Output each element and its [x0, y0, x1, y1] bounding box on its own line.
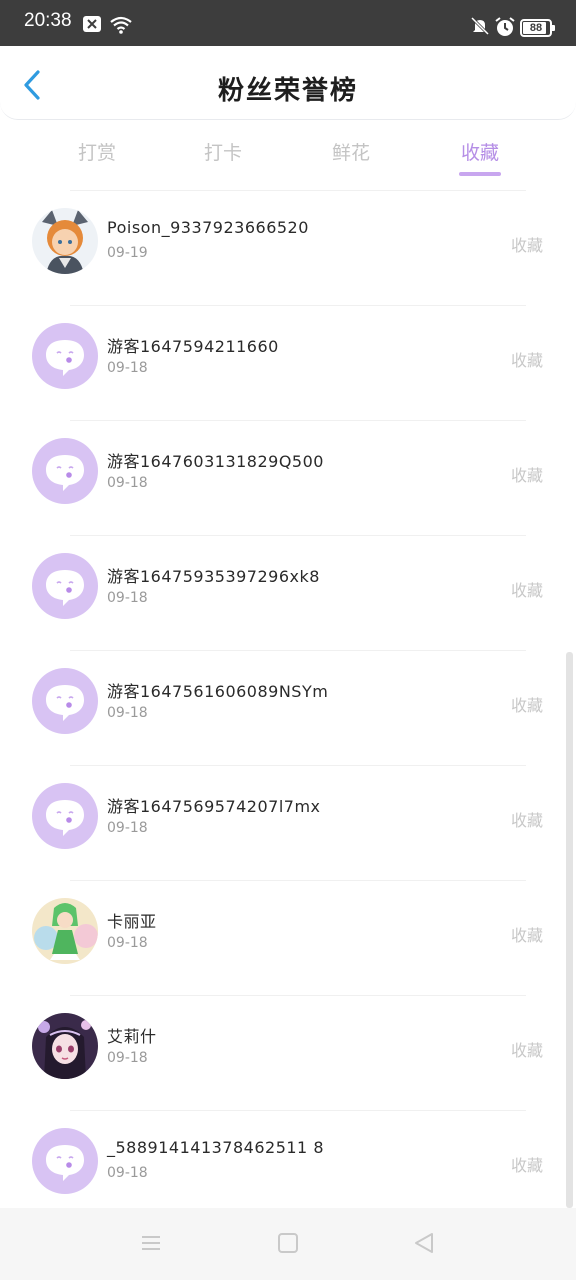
- system-nav-bar: [0, 1208, 576, 1280]
- divider: [70, 765, 526, 766]
- avatar: [32, 1013, 98, 1079]
- header: 粉丝荣誉榜: [0, 46, 576, 120]
- divider: [70, 880, 526, 881]
- avatar: [32, 783, 98, 849]
- list-item[interactable]: 游客1647561606089NSYm 09-18 收藏: [0, 650, 576, 765]
- avatar: [32, 208, 98, 274]
- triangle-back-icon: [415, 1233, 433, 1253]
- item-tag: 收藏: [510, 696, 543, 715]
- tab-checkin[interactable]: 打卡: [178, 138, 268, 165]
- tab-flowers[interactable]: 鲜花: [306, 138, 396, 165]
- status-time: 20:38: [24, 10, 72, 31]
- item-date: 09-18: [107, 1165, 148, 1181]
- anime-dark-hair-girl-avatar-icon: [32, 1013, 98, 1079]
- item-tag: 收藏: [510, 236, 543, 255]
- item-name: Poison_9337923666520: [107, 218, 309, 237]
- divider: [70, 1110, 526, 1111]
- avatar: [32, 1128, 98, 1194]
- active-tab-indicator: [459, 172, 501, 176]
- item-name: 游客1647594211660: [107, 337, 279, 356]
- chat-bubble-icon: [46, 455, 84, 491]
- item-name: 游客1647561606089NSYm: [107, 682, 329, 701]
- wifi-icon: [110, 16, 132, 38]
- list-item[interactable]: 游客1647603131829Q500 09-18 收藏: [0, 420, 576, 535]
- chat-bubble-icon: [46, 570, 84, 606]
- item-name: _588914141378462511 8: [107, 1138, 324, 1157]
- chat-bubble-icon: [46, 685, 84, 721]
- list-item[interactable]: 游客16475935397296xk8 09-18 收藏: [0, 535, 576, 650]
- divider: [70, 535, 526, 536]
- menu-icon: [142, 1236, 160, 1250]
- tab-tips[interactable]: 打赏: [52, 138, 142, 165]
- page-title: 粉丝荣誉榜: [217, 76, 358, 106]
- item-date: 09-18: [107, 360, 148, 376]
- item-tag: 收藏: [510, 581, 543, 600]
- item-date: 09-18: [107, 705, 148, 721]
- mute-icon: [470, 16, 490, 40]
- divider: [70, 420, 526, 421]
- notification-icon: [82, 15, 102, 37]
- item-name: 卡丽亚: [107, 912, 157, 931]
- list-item[interactable]: 艾莉什 09-18 收藏: [0, 995, 576, 1110]
- divider: [70, 190, 526, 191]
- avatar: [32, 323, 98, 389]
- menu-button[interactable]: [140, 1232, 162, 1258]
- chat-bubble-icon: [46, 800, 84, 836]
- item-tag: 收藏: [510, 926, 543, 945]
- tab-bar: 打赏 打卡 鲜花 收藏: [0, 128, 576, 184]
- list-item[interactable]: 卡丽亚 09-18 收藏: [0, 880, 576, 995]
- battery-cap: [552, 25, 555, 31]
- home-button[interactable]: [277, 1232, 299, 1258]
- item-date: 09-18: [107, 590, 148, 606]
- anime-green-girl-avatar-icon: [32, 898, 98, 964]
- item-date: 09-18: [107, 820, 148, 836]
- avatar: [32, 898, 98, 964]
- item-date: 09-18: [107, 1050, 148, 1066]
- status-bar: 20:38 88: [0, 0, 576, 46]
- item-name: 艾莉什: [107, 1027, 157, 1046]
- home-square-icon: [278, 1233, 298, 1253]
- chat-bubble-icon: [46, 1145, 84, 1181]
- item-tag: 收藏: [510, 811, 543, 830]
- item-date: 09-18: [107, 935, 148, 951]
- alarm-icon: [494, 16, 516, 42]
- list-item[interactable]: Poison_9337923666520 09-19 收藏: [0, 190, 576, 305]
- avatar: [32, 668, 98, 734]
- item-name: 游客1647603131829Q500: [107, 452, 324, 471]
- battery-level-text: 88: [529, 22, 543, 34]
- item-tag: 收藏: [510, 1156, 543, 1175]
- back-nav-button[interactable]: [412, 1232, 436, 1258]
- item-tag: 收藏: [510, 351, 543, 370]
- divider: [70, 650, 526, 651]
- anime-fox-avatar-icon: [32, 208, 98, 274]
- divider: [70, 995, 526, 996]
- item-name: 游客16475935397296xk8: [107, 567, 320, 586]
- tab-favorites[interactable]: 收藏: [435, 138, 525, 165]
- scrollbar[interactable]: [566, 652, 573, 1208]
- item-name: 游客1647569574207l7mx: [107, 797, 321, 816]
- item-tag: 收藏: [510, 466, 543, 485]
- avatar: [32, 553, 98, 619]
- item-tag: 收藏: [510, 1041, 543, 1060]
- fan-list: Poison_9337923666520 09-19 收藏 游客16475942…: [0, 190, 576, 1225]
- list-item[interactable]: 游客1647569574207l7mx 09-18 收藏: [0, 765, 576, 880]
- divider: [70, 305, 526, 306]
- battery-indicator: 88: [520, 19, 555, 37]
- list-item[interactable]: 游客1647594211660 09-18 收藏: [0, 305, 576, 420]
- avatar: [32, 438, 98, 504]
- item-date: 09-18: [107, 475, 148, 491]
- item-date: 09-19: [107, 245, 148, 261]
- chat-bubble-icon: [46, 340, 84, 376]
